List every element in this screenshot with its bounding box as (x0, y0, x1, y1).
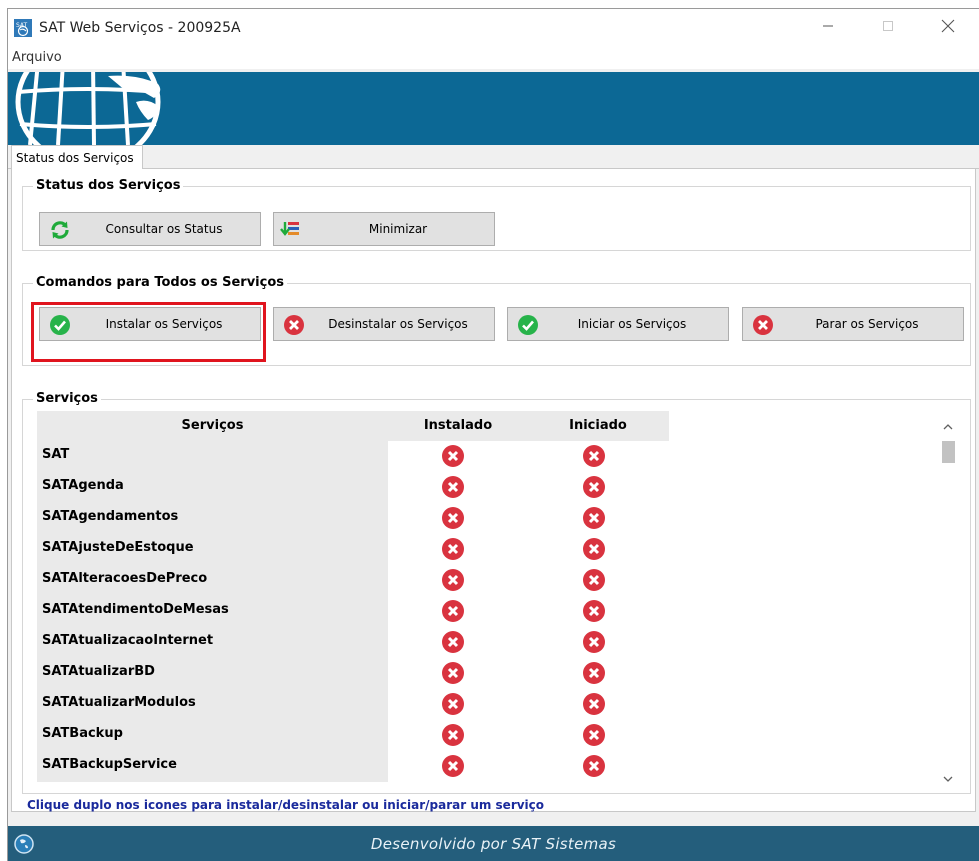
service-name: SATAtendimentoDeMesas (37, 596, 388, 627)
not-installed-x-icon[interactable] (442, 724, 464, 746)
footer-credit: Desenvolvido por SAT Sistemas (370, 835, 617, 853)
parar-servicos-button[interactable]: Parar os Serviços (742, 307, 964, 341)
iniciar-servicos-button[interactable]: Iniciar os Serviços (507, 307, 729, 341)
table-row[interactable]: SATAjusteDeEstoque (37, 534, 669, 565)
tab-strip: Status dos Serviços (8, 145, 979, 170)
table-row[interactable]: SATAtendimentoDeMesas (37, 596, 669, 627)
service-name: SAT (37, 441, 388, 472)
table-header: Serviços Instalado Iniciado (37, 411, 669, 441)
maximize-window-button[interactable] (865, 9, 911, 43)
table-scrollbar[interactable] (937, 417, 959, 787)
service-name: SATAtualizacaoInternet (37, 627, 388, 658)
hint-text: Clique duplo nos icones para instalar/de… (27, 798, 545, 812)
desinstalar-servicos-button[interactable]: Desinstalar os Serviços (273, 307, 495, 341)
minimize-icon (823, 25, 833, 27)
status-group-legend: Status dos Serviços (33, 178, 184, 193)
table-row[interactable]: SAT (37, 441, 669, 472)
footer-bar: Desenvolvido por SAT Sistemas (8, 826, 979, 861)
service-name: SATAjusteDeEstoque (37, 534, 388, 565)
not-started-x-icon[interactable] (583, 662, 605, 684)
table-row[interactable]: SATAgendamentos (37, 503, 669, 534)
column-header-iniciado: Iniciado (569, 418, 627, 433)
service-name: SATBackup (37, 720, 388, 751)
not-started-x-icon[interactable] (583, 507, 605, 529)
not-started-x-icon[interactable] (583, 631, 605, 653)
consultar-status-button[interactable]: Consultar os Status (39, 212, 261, 246)
scroll-up-icon[interactable] (937, 419, 959, 435)
iniciar-servicos-label: Iniciar os Serviços (577, 317, 687, 331)
table-row[interactable]: SATBackupService (37, 751, 669, 782)
not-started-x-icon[interactable] (583, 476, 605, 498)
close-icon (941, 19, 955, 33)
highlight-box (31, 302, 266, 362)
consultar-status-label: Consultar os Status (105, 222, 223, 236)
table-row[interactable]: SATAtualizacaoInternet (37, 627, 669, 658)
not-installed-x-icon[interactable] (442, 631, 464, 653)
service-name: SATAtualizarModulos (37, 689, 388, 720)
service-name: SATBackupService (37, 751, 388, 782)
table-row[interactable]: SATAlteracoesDePreco (37, 565, 669, 596)
minimizar-label: Minimizar (368, 222, 428, 236)
menu-item-arquivo[interactable]: Arquivo (12, 50, 62, 65)
not-installed-x-icon[interactable] (442, 476, 464, 498)
tab-status-dos-servicos[interactable]: Status dos Serviços (11, 145, 143, 170)
not-installed-x-icon[interactable] (442, 507, 464, 529)
not-installed-x-icon[interactable] (442, 538, 464, 560)
services-group-legend: Serviços (33, 391, 101, 406)
scroll-down-icon[interactable] (937, 771, 959, 787)
not-started-x-icon[interactable] (583, 445, 605, 467)
header-banner (8, 72, 979, 145)
minimizar-button[interactable]: Minimizar (273, 212, 495, 246)
service-name: SATAlteracoesDePreco (37, 565, 388, 596)
services-table: Serviços Instalado Iniciado SAT SATAgenda… (37, 411, 669, 784)
not-installed-x-icon[interactable] (442, 693, 464, 715)
menu-bar: Arquivo (8, 47, 979, 69)
window-title: SAT Web Serviços - 200925A (39, 20, 241, 36)
service-name: SATAgenda (37, 472, 388, 503)
desinstalar-servicos-label: Desinstalar os Serviços (328, 317, 468, 331)
table-row[interactable]: SATAgenda (37, 472, 669, 503)
app-icon: SAT (14, 19, 32, 37)
maximize-icon (883, 21, 893, 31)
service-name: SATAtualizarBD (37, 658, 388, 689)
tab-panel: Status dos Serviços Consultar os Status (11, 169, 976, 812)
not-installed-x-icon[interactable] (442, 755, 464, 777)
globe-logo-icon (15, 72, 161, 145)
service-name: SATAgendamentos (37, 503, 388, 534)
not-started-x-icon[interactable] (583, 755, 605, 777)
not-started-x-icon[interactable] (583, 569, 605, 591)
not-started-x-icon[interactable] (583, 600, 605, 622)
app-window: SAT SAT Web Serviços - 200925A Arquivo S… (7, 8, 979, 861)
commands-group-legend: Comandos para Todos os Serviços (33, 275, 287, 290)
not-started-x-icon[interactable] (583, 693, 605, 715)
not-installed-x-icon[interactable] (442, 445, 464, 467)
not-started-x-icon[interactable] (583, 538, 605, 560)
column-header-servicos: Serviços (181, 418, 244, 433)
parar-servicos-label: Parar os Serviços (815, 317, 919, 331)
not-installed-x-icon[interactable] (442, 600, 464, 622)
not-installed-x-icon[interactable] (442, 569, 464, 591)
not-started-x-icon[interactable] (583, 724, 605, 746)
table-row[interactable]: SATAtualizarModulos (37, 689, 669, 720)
close-window-button[interactable] (925, 9, 971, 43)
table-row[interactable]: SATAtualizarBD (37, 658, 669, 689)
column-header-instalado: Instalado (423, 418, 493, 433)
scroll-thumb[interactable] (942, 441, 955, 463)
not-installed-x-icon[interactable] (442, 662, 464, 684)
minimize-window-button[interactable] (805, 9, 851, 43)
table-row[interactable]: SATBackup (37, 720, 669, 751)
title-bar[interactable]: SAT SAT Web Serviços - 200925A (8, 9, 979, 47)
status-group: Status dos Serviços Consultar os Status (22, 178, 971, 251)
